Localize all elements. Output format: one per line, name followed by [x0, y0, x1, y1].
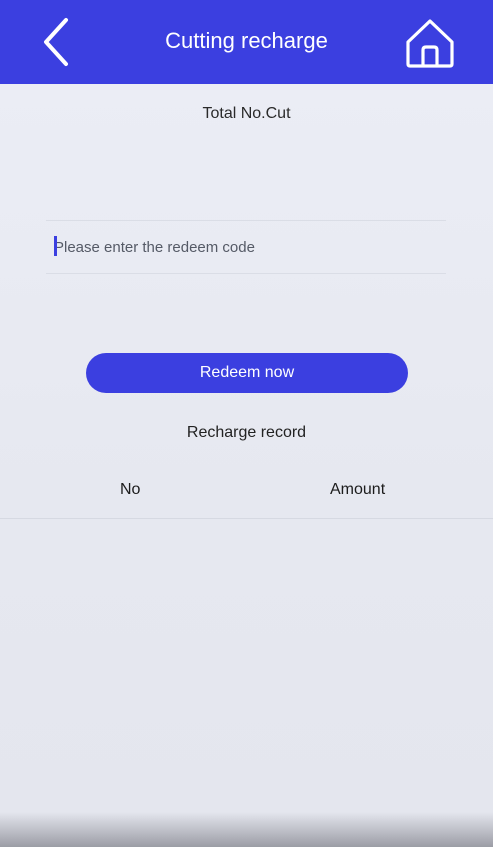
home-button[interactable]: [400, 12, 460, 72]
redeem-code-field: [46, 220, 446, 274]
redeem-code-input[interactable]: [46, 221, 446, 273]
home-icon: [406, 19, 454, 68]
recharge-record-title: Recharge record: [186, 424, 307, 441]
column-header-amount: Amount: [330, 481, 386, 498]
bottom-bezel: [0, 812, 493, 847]
total-cut-label: Total No.Cut: [202, 105, 291, 122]
screen: Cutting recharge Total No.Cut Redeem now…: [0, 0, 493, 847]
column-header-no: No: [120, 481, 141, 498]
redeem-now-button[interactable]: Redeem now: [86, 353, 408, 393]
records-table-header: No Amount: [0, 478, 493, 519]
app-header: Cutting recharge: [0, 0, 493, 84]
text-cursor: [54, 236, 57, 256]
